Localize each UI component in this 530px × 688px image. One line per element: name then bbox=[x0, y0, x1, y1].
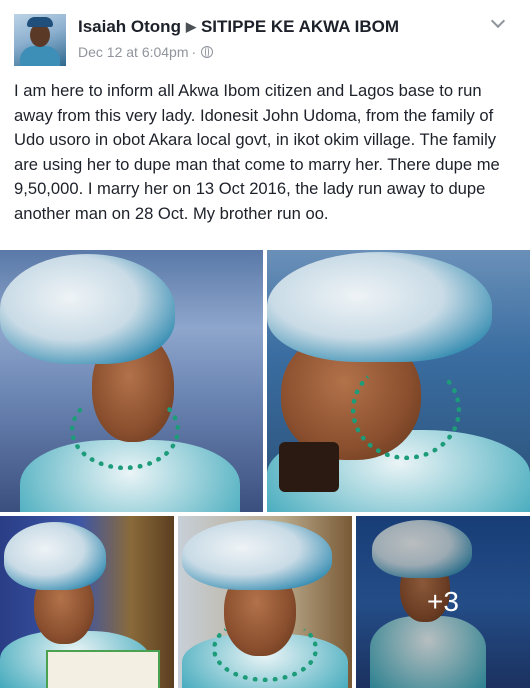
photo-4[interactable] bbox=[178, 516, 352, 688]
photo-2[interactable] bbox=[267, 250, 530, 512]
avatar-cap bbox=[27, 17, 53, 27]
right-triangle-icon: ▶ bbox=[185, 19, 196, 34]
photo-shape bbox=[351, 360, 461, 460]
photo-1[interactable] bbox=[0, 250, 263, 512]
photo-shape bbox=[212, 616, 318, 682]
photo-shape bbox=[182, 520, 332, 590]
more-photos-count[interactable]: +3 bbox=[356, 586, 530, 618]
meta-separator: · bbox=[191, 44, 197, 60]
photo-shape bbox=[46, 650, 160, 688]
photo-shape bbox=[70, 390, 180, 470]
photo-shape bbox=[267, 252, 492, 362]
author-line: Isaiah Otong ▶ SITIPPE KE AKWA IBOM bbox=[78, 17, 399, 37]
chevron-down-icon[interactable] bbox=[492, 16, 504, 28]
globe-icon bbox=[201, 46, 214, 58]
group-name[interactable]: SITIPPE KE AKWA IBOM bbox=[201, 17, 399, 36]
post-text: I am here to inform all Akwa Ibom citize… bbox=[14, 81, 500, 223]
photo-shape bbox=[0, 254, 175, 364]
avatar-body bbox=[20, 46, 60, 66]
post-timestamp[interactable]: Dec 12 at 6:04pm bbox=[78, 44, 189, 60]
post-header: Isaiah Otong ▶ SITIPPE KE AKWA IBOM Dec 12… bbox=[0, 0, 530, 72]
avatar[interactable] bbox=[14, 14, 66, 66]
photo-shape bbox=[279, 442, 339, 492]
post-meta: Dec 12 at 6:04pm · bbox=[78, 44, 214, 60]
photo-3[interactable] bbox=[0, 516, 174, 688]
photo-shape bbox=[4, 522, 106, 590]
author-name[interactable]: Isaiah Otong bbox=[78, 17, 181, 36]
